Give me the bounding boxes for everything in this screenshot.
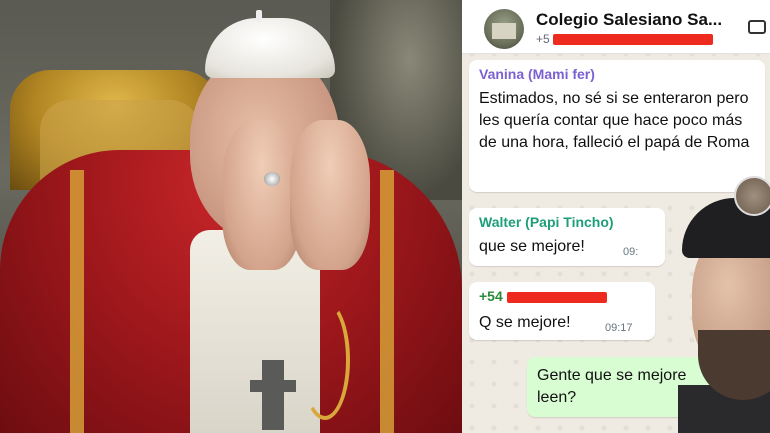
redaction-bar: [553, 34, 714, 46]
right-hand: [290, 120, 370, 270]
news-photo: [0, 0, 462, 433]
cap-badge: [734, 176, 770, 216]
message-sender: Vanina (Mami fer): [479, 66, 595, 82]
chat-header[interactable]: Colegio Salesiano Sa... +5: [462, 0, 770, 54]
group-avatar[interactable]: [484, 9, 524, 49]
chat-title[interactable]: Colegio Salesiano Sa...: [536, 10, 736, 30]
pectoral-cross: [262, 360, 284, 430]
message-time: 09:: [623, 246, 639, 258]
chat-members: +5: [536, 32, 714, 46]
ring: [264, 172, 280, 186]
streamer-overlay: [678, 170, 770, 433]
whatsapp-chat: Colegio Salesiano Sa... +5 Vanina (Mami …: [462, 0, 770, 433]
redaction-bar: [506, 291, 607, 303]
message-text: Estimados, no sé si se enteraron pero le…: [479, 90, 750, 151]
message-text: Q se mejore!: [479, 314, 571, 331]
message-time: 09:17: [605, 322, 633, 334]
message-bubble: +54 Q se mejore! 09:17: [469, 282, 655, 340]
message-text: que se mejore!: [479, 238, 585, 255]
white-zucchetto: [205, 18, 335, 78]
video-call-icon[interactable]: [748, 20, 766, 34]
message-bubble: Walter (Papi Tincho) que se mejore! 09:: [469, 208, 665, 266]
message-sender: +54: [479, 288, 607, 304]
message-sender: Walter (Papi Tincho): [479, 214, 614, 230]
